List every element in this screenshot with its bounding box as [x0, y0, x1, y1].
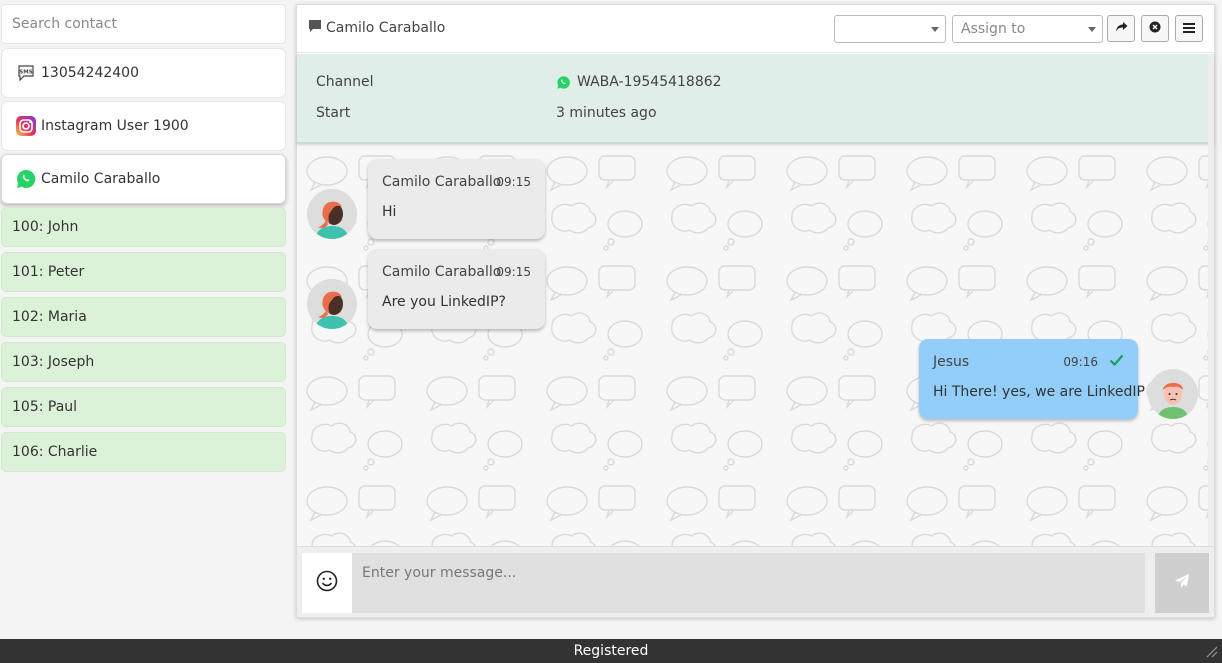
message-sender: Camilo Caraballo — [382, 174, 502, 190]
search-contact-input[interactable] — [1, 4, 286, 44]
message-bubble-incoming[interactable]: Camilo Caraballo 09:15 Are you LinkedIP? — [368, 249, 545, 329]
chevron-down-icon — [931, 27, 939, 32]
paper-plane-icon — [1174, 573, 1190, 593]
close-conversation-button[interactable] — [1141, 15, 1169, 42]
message-bubble-outgoing[interactable]: Jesus 09:16 Hi There! yes, we are Linked… — [919, 339, 1145, 419]
contact-label: Camilo Caraballo — [41, 171, 161, 187]
extension-label: 102: Maria — [12, 309, 87, 325]
message-composer — [297, 546, 1214, 617]
menu-icon — [1183, 21, 1195, 37]
extension-item[interactable]: 101: Peter — [1, 252, 286, 292]
emoji-button[interactable] — [302, 553, 352, 613]
status-text: Registered — [573, 643, 649, 659]
message-list[interactable]: Camilo Caraballo 09:15 Hi Camilo Carabal… — [297, 146, 1208, 546]
message-text: Hi — [382, 204, 397, 220]
message-time: 09:15 — [496, 265, 531, 279]
check-icon — [1109, 354, 1124, 370]
channel-value-text: WABA-19545418862 — [577, 74, 722, 90]
whatsapp-icon — [15, 168, 37, 190]
menu-button[interactable] — [1175, 15, 1203, 42]
extension-item[interactable]: 102: Maria — [1, 297, 286, 337]
extension-label: 103: Joseph — [12, 354, 95, 370]
contact-label: Instagram User 1900 — [41, 118, 189, 134]
contact-label: 13054242400 — [41, 65, 139, 81]
message-sender: Camilo Caraballo — [382, 264, 502, 280]
extension-item[interactable]: 103: Joseph — [1, 342, 286, 382]
contact-avatar — [307, 279, 357, 329]
comment-icon — [308, 19, 326, 37]
agent-avatar — [1148, 369, 1198, 419]
conversation-title: Camilo Caraballo — [308, 19, 445, 37]
status-bar: Registered — [0, 639, 1222, 663]
message-time: 09:15 — [496, 175, 531, 189]
message-text: Are you LinkedIP? — [382, 294, 506, 310]
conversation-info: Channel WABA-19545418862 Start 3 minutes… — [297, 54, 1214, 144]
start-value: 3 minutes ago — [556, 105, 657, 121]
sms-icon: SMS — [15, 62, 37, 84]
status-select[interactable] — [834, 15, 946, 43]
forward-button[interactable] — [1107, 15, 1135, 42]
send-button[interactable] — [1155, 553, 1209, 613]
forward-icon — [1115, 21, 1128, 37]
message-bubble-incoming[interactable]: Camilo Caraballo 09:15 Hi — [368, 159, 545, 239]
message-sender: Jesus — [933, 354, 970, 370]
extension-item[interactable]: 100: John — [1, 207, 286, 247]
start-label: Start — [316, 105, 351, 121]
instagram-icon — [15, 115, 37, 137]
extension-label: 105: Paul — [12, 399, 78, 415]
conversation-title-text: Camilo Caraballo — [326, 20, 446, 36]
extension-item[interactable]: 105: Paul — [1, 387, 286, 427]
resize-handle-icon[interactable] — [1204, 644, 1218, 662]
contact-item-sms[interactable]: SMS 13054242400 — [1, 48, 286, 98]
message-time: 09:16 — [1063, 355, 1098, 369]
svg-text:SMS: SMS — [19, 70, 32, 76]
extension-label: 106: Charlie — [12, 444, 98, 460]
smiley-icon — [316, 570, 338, 596]
conversation-panel: Camilo Caraballo Assign to Channel WABA-… — [296, 4, 1215, 618]
channel-label: Channel — [316, 74, 374, 90]
channel-value: WABA-19545418862 — [556, 74, 722, 90]
contact-item-whatsapp[interactable]: Camilo Caraballo — [1, 154, 286, 204]
assign-to-placeholder: Assign to — [961, 21, 1026, 37]
conversation-header: Camilo Caraballo Assign to — [297, 5, 1214, 53]
chat-scrollbar[interactable] — [1208, 54, 1214, 546]
chevron-down-icon — [1088, 27, 1096, 32]
contact-item-instagram[interactable]: Instagram User 1900 — [1, 101, 286, 151]
extension-label: 101: Peter — [12, 264, 85, 280]
whatsapp-icon — [556, 75, 571, 90]
extension-item[interactable]: 106: Charlie — [1, 432, 286, 472]
message-input[interactable] — [352, 553, 1145, 613]
extension-label: 100: John — [12, 219, 79, 235]
contact-avatar — [307, 189, 357, 239]
contact-sidebar: SMS 13054242400 Instagram User 1900 Cami… — [0, 0, 288, 638]
assign-to-select[interactable]: Assign to — [952, 15, 1103, 43]
close-circle-icon — [1149, 21, 1161, 37]
message-text: Hi There! yes, we are LinkedIP — [933, 384, 1145, 400]
